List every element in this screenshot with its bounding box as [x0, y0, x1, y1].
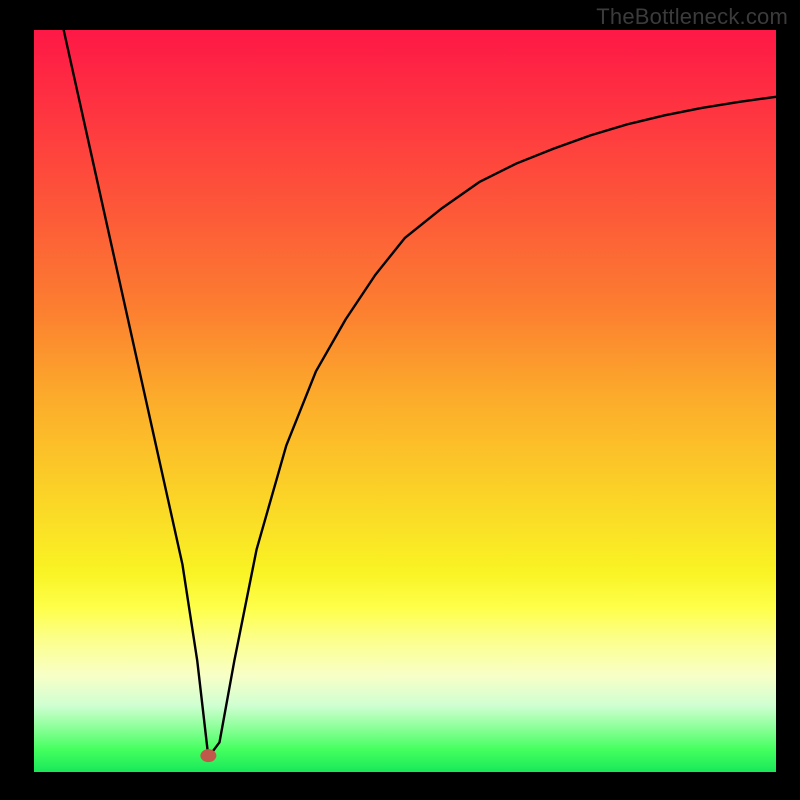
watermark-text: TheBottleneck.com	[596, 4, 788, 30]
bottleneck-chart	[0, 0, 800, 800]
minimum-marker	[200, 749, 216, 762]
chart-container: TheBottleneck.com	[0, 0, 800, 800]
